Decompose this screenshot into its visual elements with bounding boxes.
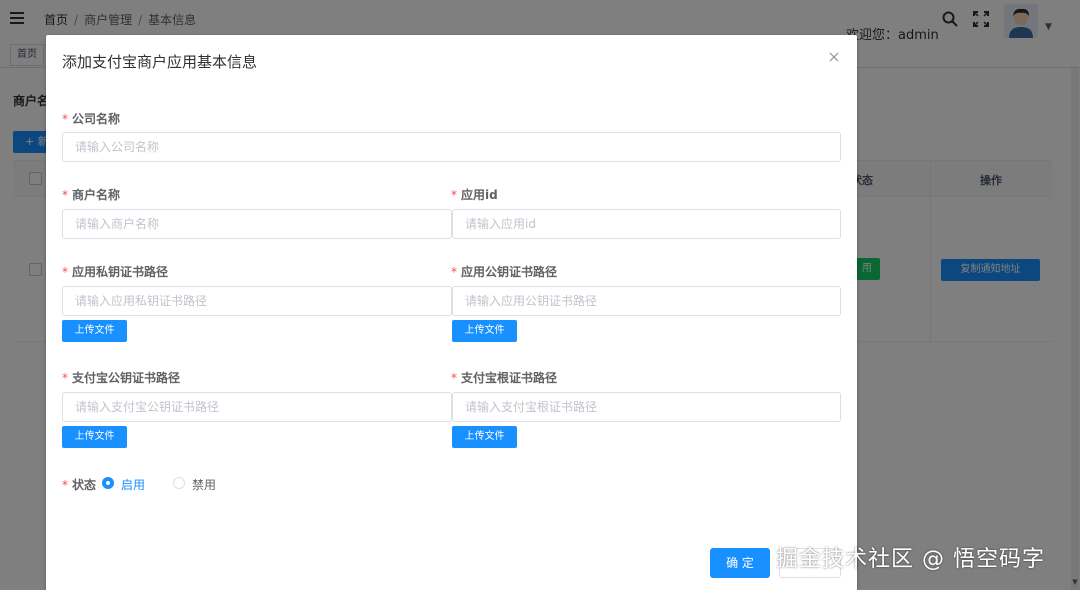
- merchant-name-input[interactable]: [62, 209, 452, 239]
- close-icon[interactable]: [828, 51, 840, 63]
- status-enabled-radio[interactable]: [102, 477, 114, 489]
- upload-app-private-cert-button[interactable]: 上传文件: [62, 320, 127, 342]
- dialog-title: 添加支付宝商户应用基本信息: [62, 53, 258, 71]
- status-disabled-label[interactable]: 禁用: [192, 476, 216, 493]
- status-disabled-radio[interactable]: [173, 477, 185, 489]
- app-id-label: * 应用id: [451, 188, 498, 202]
- page-scrollbar[interactable]: [1071, 68, 1079, 590]
- scroll-down-arrow-icon[interactable]: ▼: [1071, 578, 1079, 588]
- watermark: 掘金技术社区 @ 悟空码字: [776, 547, 1045, 572]
- app-public-cert-label: * 应用公钥证书路径: [451, 265, 558, 279]
- upload-app-public-cert-button[interactable]: 上传文件: [452, 320, 517, 342]
- add-merchant-dialog: 添加支付宝商户应用基本信息 *公司名称 *商户名称 *应用id *应用私钥证书路…: [46, 35, 857, 590]
- app-id-input[interactable]: [452, 209, 841, 239]
- upload-alipay-public-cert-button[interactable]: 上传文件: [62, 426, 127, 448]
- company-name-label: * 公司名称: [62, 112, 121, 126]
- status-enabled-label[interactable]: 启用: [121, 476, 145, 493]
- merchant-name-label: * 商户名称: [62, 188, 121, 202]
- alipay-root-cert-input[interactable]: [452, 392, 841, 422]
- alipay-public-cert-label: * 支付宝公钥证书路径: [62, 371, 181, 385]
- app-public-cert-input[interactable]: [452, 286, 841, 316]
- app-private-cert-label: * 应用私钥证书路径: [62, 265, 169, 279]
- confirm-button[interactable]: 确 定: [710, 548, 770, 578]
- alipay-public-cert-input[interactable]: [62, 392, 452, 422]
- app-private-cert-input[interactable]: [62, 286, 452, 316]
- company-name-input[interactable]: [62, 132, 841, 162]
- status-label: * 状态: [62, 478, 97, 492]
- upload-alipay-root-cert-button[interactable]: 上传文件: [452, 426, 517, 448]
- alipay-root-cert-label: * 支付宝根证书路径: [451, 371, 558, 385]
